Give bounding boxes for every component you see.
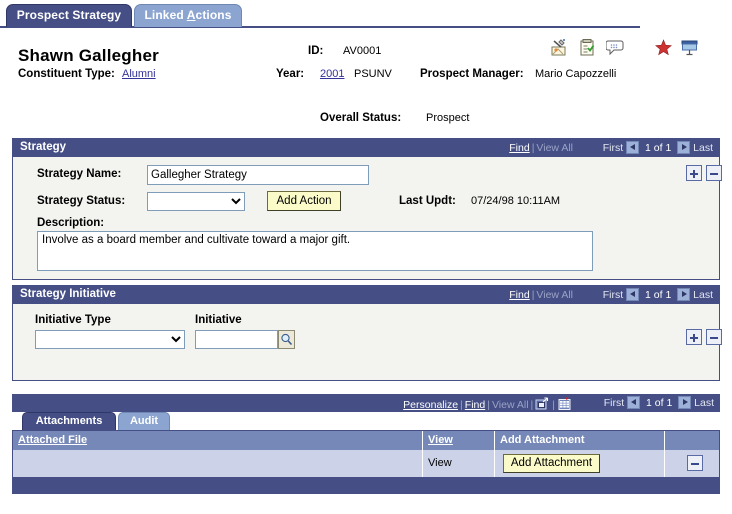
strategy-first-label[interactable]: First: [603, 142, 623, 154]
attachments-row-count: 1 of 1: [646, 397, 673, 409]
cell-view[interactable]: View: [423, 450, 495, 477]
strategy-name-input[interactable]: [147, 165, 369, 185]
grid-tab-attachments[interactable]: Attachments: [22, 412, 116, 430]
strategy-prev-arrow-icon[interactable]: [626, 141, 640, 154]
page-title: Shawn Gallegher: [18, 46, 159, 65]
add-action-button[interactable]: Add Action: [267, 191, 341, 211]
attachments-grid-header: Attached File View Add Attachment: [13, 431, 719, 450]
expand-window-icon[interactable]: [535, 397, 550, 411]
page-tabstrip: Prospect Strategy Linked Actions: [0, 0, 732, 28]
strategy-row-count: 1 of 1: [645, 142, 672, 154]
strategy-initiative-group-box: Strategy Initiative Find | View All First …: [12, 285, 722, 381]
initiative-row-count: 1 of 1: [645, 289, 672, 301]
strategy-group-box: Strategy Find | View All First 1 of 1 Last…: [12, 138, 722, 280]
strategy-status-select[interactable]: [147, 192, 245, 211]
overall-status-value: Prospect: [426, 112, 470, 124]
initiative-type-select[interactable]: [35, 330, 185, 349]
year-label: Year:: [276, 68, 305, 80]
column-header-add-attachment: Add Attachment: [495, 431, 665, 450]
year-link[interactable]: 2001: [320, 68, 344, 80]
attachments-grid: Attached File View Add Attachment View A…: [12, 430, 720, 494]
attachments-last-label[interactable]: Last: [694, 397, 714, 409]
tab-prospect-strategy[interactable]: Prospect Strategy: [6, 4, 132, 27]
cell-attached-file: [13, 450, 423, 477]
grid-tab-audit[interactable]: Audit: [118, 412, 170, 430]
attachments-row-navigator: First 1 of 1 Last: [604, 396, 714, 410]
strategy-find-link[interactable]: Find: [509, 142, 529, 154]
initiative-first-label[interactable]: First: [603, 289, 623, 301]
initiative-delete-row-button[interactable]: [706, 329, 722, 345]
strategy-row-navigator: First 1 of 1 Last: [603, 141, 713, 155]
column-header-attached-file-link[interactable]: Attached File: [18, 434, 87, 446]
column-header-attached-file: Attached File: [13, 431, 423, 450]
attachments-toolbar: Personalize | Find | View All | | First 1 of 1…: [12, 394, 720, 412]
comment-bubble-icon[interactable]: [606, 38, 625, 57]
initiative-next-arrow-icon[interactable]: [677, 288, 691, 301]
attachments-grid-footer: [13, 477, 719, 494]
initiative-type-label: Initiative Type: [35, 314, 111, 326]
strategy-last-label[interactable]: Last: [693, 142, 713, 154]
checklist-icon[interactable]: [578, 38, 597, 57]
magnifier-lookup-icon[interactable]: [278, 330, 295, 349]
strategy-header-links: Find | View All: [509, 142, 573, 154]
personalize-link[interactable]: Personalize: [403, 399, 458, 411]
id-label: ID:: [308, 45, 324, 57]
id-value: AV0001: [343, 45, 382, 57]
column-header-actions: [665, 431, 719, 450]
institution-value: PSUNV: [354, 68, 392, 80]
tab-linked-actions[interactable]: Linked Actions: [134, 4, 242, 27]
download-spreadsheet-icon[interactable]: [557, 397, 572, 411]
strategy-status-label: Strategy Status:: [37, 195, 126, 207]
favorite-star-icon[interactable]: [654, 38, 673, 57]
initiative-add-row-button[interactable]: [686, 329, 702, 345]
description-textarea[interactable]: [37, 231, 593, 271]
attachments-find-link[interactable]: Find: [465, 399, 485, 411]
strategy-group-header: Strategy Find | View All First 1 of 1 Last: [13, 139, 719, 157]
strategy-add-row-button[interactable]: [686, 165, 702, 181]
column-header-view: View: [423, 431, 495, 450]
initiative-input[interactable]: [195, 330, 278, 349]
strategy-delete-row-button[interactable]: [706, 165, 722, 181]
initiative-row-navigator: First 1 of 1 Last: [603, 288, 713, 302]
initiative-last-label[interactable]: Last: [693, 289, 713, 301]
grid-tab-audit-label: Audit: [129, 415, 159, 427]
initiative-find-link[interactable]: Find: [509, 289, 529, 301]
cell-row-actions: [665, 450, 719, 477]
last-updt-value: 07/24/98 10:11AM: [471, 195, 561, 207]
attachments-next-arrow-icon[interactable]: [678, 396, 692, 409]
initiative-header-links: Find | View All: [509, 289, 573, 301]
initiative-view-all-link[interactable]: View All: [536, 289, 573, 301]
prospect-manager-label: Prospect Manager:: [420, 68, 524, 80]
attachments-first-label[interactable]: First: [604, 397, 624, 409]
constituent-type-label: Constituent Type:: [18, 68, 115, 80]
attachments-toolbar-links: Personalize | Find | View All | |: [403, 397, 572, 411]
presentation-screen-icon[interactable]: [680, 38, 699, 57]
initiative-prev-arrow-icon[interactable]: [626, 288, 640, 301]
attachments-grid-tabs: Attachments Audit: [22, 412, 222, 430]
overall-status-label: Overall Status:: [320, 112, 402, 124]
strategy-name-label: Strategy Name:: [37, 168, 122, 180]
initiative-group-header: Strategy Initiative Find | View All First …: [13, 286, 719, 304]
strategy-group-title: Strategy: [20, 141, 67, 153]
initiative-label: Initiative: [195, 314, 242, 326]
cell-add-attachment: Add Attachment: [495, 450, 665, 477]
last-updt-label: Last Updt:: [399, 195, 456, 207]
prospect-manager-value: Mario Capozzelli: [535, 68, 617, 80]
grid-tab-attachments-label: Attachments: [35, 415, 103, 427]
strategy-view-all-link[interactable]: View All: [536, 142, 573, 154]
strategy-next-arrow-icon[interactable]: [677, 141, 691, 154]
tab-prospect-strategy-label: Prospect Strategy: [16, 8, 122, 22]
column-header-view-link[interactable]: View: [428, 434, 453, 446]
attachments-prev-arrow-icon[interactable]: [627, 396, 641, 409]
attachment-delete-row-button[interactable]: [687, 455, 703, 471]
constituent-type-link[interactable]: Alumni: [122, 68, 156, 80]
add-attachment-button[interactable]: Add Attachment: [503, 454, 600, 473]
tab-linked-actions-label: Linked Actions: [144, 8, 232, 22]
description-label: Description:: [37, 217, 105, 229]
attachments-view-all-link[interactable]: View All: [492, 399, 529, 411]
table-row: View Add Attachment: [13, 450, 719, 477]
initiative-group-title: Strategy Initiative: [20, 288, 116, 300]
contact-notes-icon[interactable]: [550, 38, 569, 57]
